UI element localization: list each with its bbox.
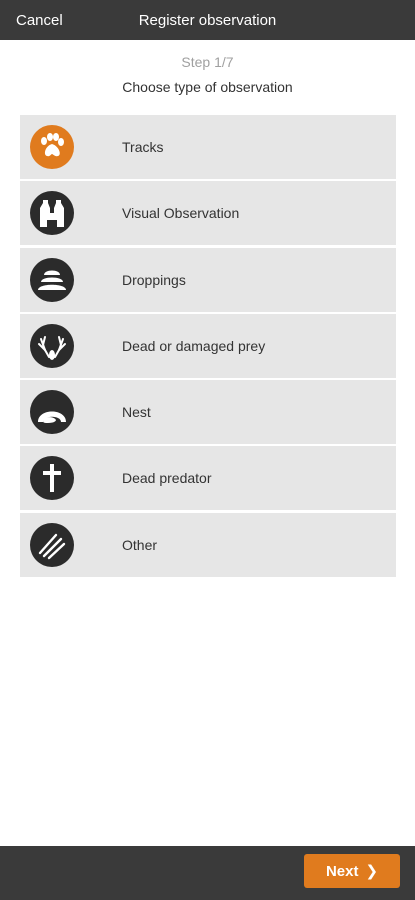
observation-type-dead-prey[interactable]: Dead or damaged prey <box>20 313 396 378</box>
step-indicator: Step 1/7 <box>181 54 234 70</box>
next-button-label: Next <box>325 862 359 880</box>
cross-icon <box>30 456 74 501</box>
next-button[interactable]: Next ❯ <box>304 854 400 888</box>
binoculars-icon <box>30 191 74 236</box>
droppings-icon <box>30 257 74 302</box>
page-title: Register observation <box>138 12 277 29</box>
observation-type-nest[interactable]: Nest <box>20 380 396 445</box>
other-icon <box>30 522 74 567</box>
observation-type-label: Other <box>122 536 158 553</box>
observation-type-dead-predator[interactable]: Dead predator <box>20 446 396 511</box>
observation-type-visual[interactable]: Visual Observation <box>20 181 396 246</box>
observation-type-label: Tracks <box>122 139 164 155</box>
observation-type-droppings[interactable]: Droppings <box>20 247 396 312</box>
antlers-icon <box>30 323 74 368</box>
observation-type-label: Nest <box>122 404 151 421</box>
paw-icon <box>30 125 74 169</box>
top-bar: Cancel Register observation <box>0 0 415 40</box>
observation-type-label: Visual Observation <box>122 205 240 222</box>
observation-type-tracks[interactable]: Tracks <box>20 115 396 179</box>
instruction-text: Choose type of observation <box>122 79 293 95</box>
bottom-bar: Next ❯ <box>0 846 415 900</box>
observation-type-list: Tracks Visual Observation Droppings Dead… <box>20 115 396 579</box>
observation-type-other[interactable]: Other <box>20 512 396 577</box>
observation-type-label: Dead predator <box>122 470 212 487</box>
nest-icon <box>30 390 74 435</box>
observation-type-label: Droppings <box>122 271 186 288</box>
chevron-right-icon: ❯ <box>365 863 379 880</box>
observation-type-label: Dead or damaged prey <box>122 337 266 354</box>
